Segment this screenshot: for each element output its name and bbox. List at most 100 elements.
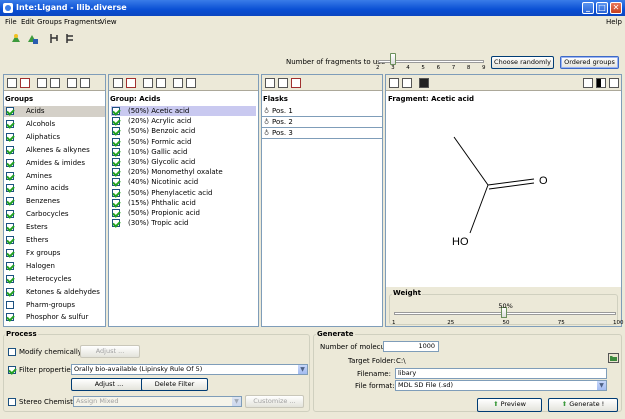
- save-icon[interactable]: [26, 32, 39, 45]
- menu-file[interactable]: File: [5, 16, 17, 28]
- structure-icon[interactable]: [48, 32, 61, 45]
- filename-input[interactable]: libary: [395, 368, 607, 379]
- list-item[interactable]: Ketones & aldehydes: [4, 287, 105, 298]
- list-item[interactable]: Amines: [4, 171, 105, 182]
- fragment-checkbox[interactable]: [112, 198, 120, 207]
- move-up-icon[interactable]: [173, 78, 183, 88]
- list-item[interactable]: (30%) Tropic acid: [111, 218, 256, 228]
- move-down-icon[interactable]: [402, 78, 412, 88]
- group-checkbox[interactable]: [6, 300, 14, 309]
- fragments-slider-thumb[interactable]: [390, 53, 397, 65]
- list-item[interactable]: (30%) Glycolic acid: [111, 157, 256, 167]
- group-checkbox[interactable]: [6, 145, 14, 154]
- group-checkbox[interactable]: [6, 261, 14, 270]
- fragment-checkbox[interactable]: [112, 137, 120, 146]
- list-item[interactable]: (50%) Acetic acid: [111, 106, 256, 116]
- group-checkbox[interactable]: [6, 313, 14, 322]
- generate-button[interactable]: ⬆ Generate !: [548, 398, 618, 412]
- stereo-select[interactable]: Assign Mixed ▼: [73, 396, 242, 407]
- zoom-icon[interactable]: [609, 78, 619, 88]
- choose-randomly-button[interactable]: Choose randomly: [491, 56, 554, 69]
- list-item[interactable]: Alcohols: [4, 119, 105, 130]
- list-item[interactable]: (50%) Benzoic acid: [111, 126, 256, 136]
- remove-flask-icon[interactable]: [291, 78, 301, 88]
- move-up-icon[interactable]: [67, 78, 77, 88]
- select-all-icon[interactable]: [7, 78, 17, 88]
- detail-view-icon[interactable]: [50, 78, 60, 88]
- modify-adjust-button[interactable]: Adjust ...: [80, 345, 140, 358]
- fragment-checkbox[interactable]: [112, 117, 120, 126]
- fragment-checkbox[interactable]: [112, 209, 120, 217]
- list-item[interactable]: Fx groups: [4, 248, 105, 259]
- list-item[interactable]: Carbocycles: [4, 209, 105, 220]
- fragment-checkbox[interactable]: [112, 127, 120, 136]
- display-icon[interactable]: [419, 78, 429, 88]
- list-item[interactable]: ♁ Pos. 2: [262, 117, 382, 128]
- group-checkbox[interactable]: [6, 119, 14, 128]
- move-down-icon[interactable]: [80, 78, 90, 88]
- group-checkbox[interactable]: [6, 210, 14, 219]
- group-checkbox[interactable]: [6, 132, 14, 141]
- fragment-checkbox[interactable]: [112, 188, 120, 197]
- fragment-checkbox[interactable]: [112, 158, 120, 166]
- file-format-select[interactable]: MDL SD File (.sd) ▼: [395, 380, 607, 391]
- list-item[interactable]: ♁ Pos. 3: [262, 128, 382, 139]
- list-item[interactable]: (40%) Nicotinic acid: [111, 177, 256, 187]
- tree-icon[interactable]: [64, 32, 77, 45]
- list-item[interactable]: (50%) Propionic acid: [111, 208, 256, 218]
- ordered-groups-button[interactable]: Ordered groups: [560, 56, 619, 69]
- list-item[interactable]: ♁ Pos. 1: [262, 106, 382, 117]
- view-mode-icon[interactable]: [583, 78, 593, 88]
- list-item[interactable]: (50%) Formic acid: [111, 137, 256, 147]
- menu-view[interactable]: View: [100, 16, 117, 28]
- group-checkbox[interactable]: [6, 248, 14, 257]
- list-item[interactable]: (20%) Monomethyl oxalate: [111, 167, 256, 177]
- list-item[interactable]: Heterocycles: [4, 274, 105, 285]
- list-item[interactable]: (10%) Gallic acid: [111, 147, 256, 157]
- detail-view-icon[interactable]: [156, 78, 166, 88]
- minimize-button[interactable]: _: [582, 2, 594, 14]
- deselect-all-icon[interactable]: [20, 78, 30, 88]
- list-item[interactable]: (50%) Phenylacetic acid: [111, 188, 256, 198]
- menu-fragments[interactable]: Fragments: [64, 16, 101, 28]
- fragment-checkbox[interactable]: [112, 168, 120, 177]
- contrast-icon[interactable]: [596, 78, 606, 88]
- list-item[interactable]: Benzenes: [4, 196, 105, 207]
- list-item[interactable]: Pharm-groups: [4, 300, 105, 311]
- filter-adjust-button[interactable]: Adjust ...: [71, 378, 147, 391]
- list-item[interactable]: Amides & imides: [4, 158, 105, 169]
- maximize-button[interactable]: □: [596, 2, 608, 14]
- flask-settings-icon[interactable]: [278, 78, 288, 88]
- num-molecules-input[interactable]: 1000: [383, 341, 439, 352]
- list-item[interactable]: (20%) Acrylic acid: [111, 116, 256, 126]
- menu-groups[interactable]: Groups: [37, 16, 62, 28]
- list-view-icon[interactable]: [37, 78, 47, 88]
- group-checkbox[interactable]: [6, 287, 14, 296]
- group-checkbox[interactable]: [6, 236, 14, 244]
- list-item[interactable]: Aliphatics: [4, 132, 105, 143]
- group-checkbox[interactable]: [6, 158, 14, 167]
- remove-fragment-icon[interactable]: [126, 78, 136, 88]
- add-fragment-icon[interactable]: [113, 78, 123, 88]
- list-item[interactable]: (15%) Phthalic acid: [111, 198, 256, 208]
- menu-help[interactable]: Help: [606, 16, 622, 28]
- list-item[interactable]: Amino acids: [4, 183, 105, 194]
- close-button[interactable]: ✕: [610, 2, 622, 14]
- browse-folder-icon[interactable]: [608, 353, 619, 363]
- fragment-checkbox[interactable]: [112, 107, 120, 115]
- load-icon[interactable]: [10, 32, 23, 45]
- list-view-icon[interactable]: [143, 78, 153, 88]
- group-checkbox[interactable]: [6, 107, 14, 115]
- delete-filter-button[interactable]: Delete Filter: [141, 378, 208, 391]
- modify-checkbox[interactable]: [8, 348, 16, 356]
- stereo-checkbox[interactable]: [8, 398, 16, 406]
- list-item[interactable]: Esters: [4, 222, 105, 233]
- group-checkbox[interactable]: [6, 223, 14, 232]
- menu-edit[interactable]: Edit: [21, 16, 35, 28]
- customize-button[interactable]: Customize ...: [245, 395, 304, 408]
- fragment-checkbox[interactable]: [112, 219, 120, 228]
- add-flask-icon[interactable]: [265, 78, 275, 88]
- group-checkbox[interactable]: [6, 274, 14, 283]
- group-checkbox[interactable]: [6, 197, 14, 206]
- list-item[interactable]: Ethers: [4, 235, 105, 246]
